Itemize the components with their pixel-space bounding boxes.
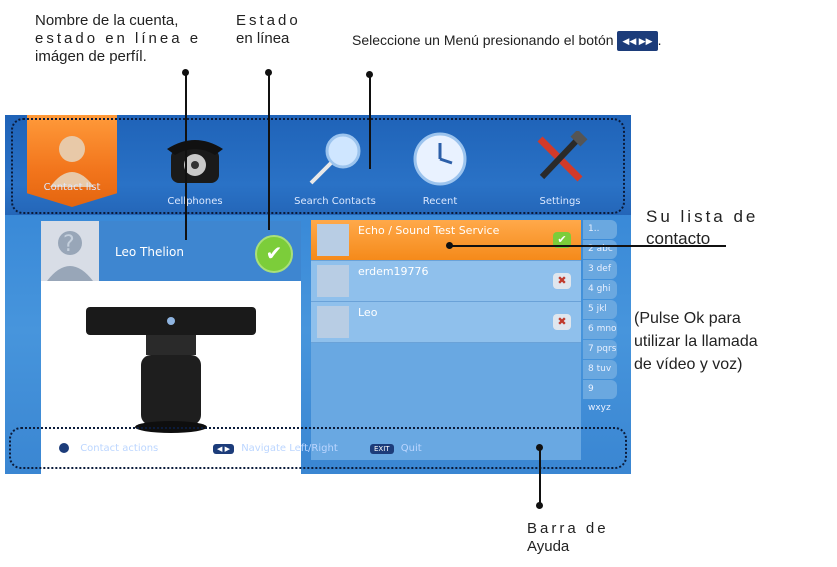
help-quit: EXIT Quit [370,443,422,454]
placeholder-avatar-icon: ? [47,231,93,281]
alpha-key[interactable]: 9 wxyz [583,380,617,413]
left-right-key-icon: ◀ ▶ [213,444,234,454]
alpha-key[interactable]: 7 pqrs [583,340,617,359]
exit-key-icon: EXIT [370,444,394,454]
alpha-key[interactable]: 2 abc [583,240,617,259]
help-navigate: ◀ ▶ Navigate Left/Right [213,443,338,454]
contact-row[interactable]: erdem19776 ✖ [311,261,581,302]
leader-line-contacts [450,245,726,247]
contact-row[interactable]: Echo / Sound Test Service ✔ [311,220,581,261]
alpha-key[interactable]: 1.. [583,220,617,239]
offline-x-icon: ✖ [553,273,571,289]
profile-name: Leo Thelion [115,245,184,259]
leader-line-account [185,72,187,240]
alpha-key[interactable]: 6 mno [583,320,617,339]
contact-avatar-icon [317,306,349,338]
annotation-account: Nombre de la cuenta, estado en línea e i… [35,12,202,65]
svg-text:?: ? [63,232,75,257]
alpha-key[interactable]: 5 jkl [583,300,617,319]
annotation-status: Estado en línea [236,12,301,47]
left-right-buttons-icon: ◀◀ ▶▶ [617,31,658,52]
leader-dot-helpbar-end [536,502,543,509]
ok-button-icon [59,443,69,453]
annotation-menu-hint: Seleccione un Menú presionando el botón … [352,31,832,52]
online-check-icon[interactable]: ✔ [255,235,293,273]
alpha-key[interactable]: 8 tuv [583,360,617,379]
profile-panel: ? Leo Thelion ✔ [41,221,301,281]
avatar: ? [41,221,99,281]
tv-screen: Contact list Cellphones Search Contacts … [5,115,631,474]
menu-bar-outline [11,118,625,214]
annotation-ok: (Pulse Ok para utilizar la llamada de ví… [634,310,758,373]
leader-line-menu [369,74,371,169]
annotation-helpbar: Barra de Ayuda [527,520,609,555]
leader-line-status [268,72,270,230]
contact-avatar-icon [317,224,349,256]
contact-row[interactable]: Leo ✖ [311,302,581,343]
alpha-key[interactable]: 3 def [583,260,617,279]
leader-line-helpbar [539,447,541,507]
contact-list: Echo / Sound Test Service ✔ erdem19776 ✖… [311,220,581,460]
contact-avatar-icon [317,265,349,297]
help-contact-actions: Contact actions [59,443,158,454]
alpha-key[interactable]: 4 ghi [583,280,617,299]
offline-x-icon: ✖ [553,314,571,330]
annotation-contacts: Su lista de contacto [646,207,759,248]
